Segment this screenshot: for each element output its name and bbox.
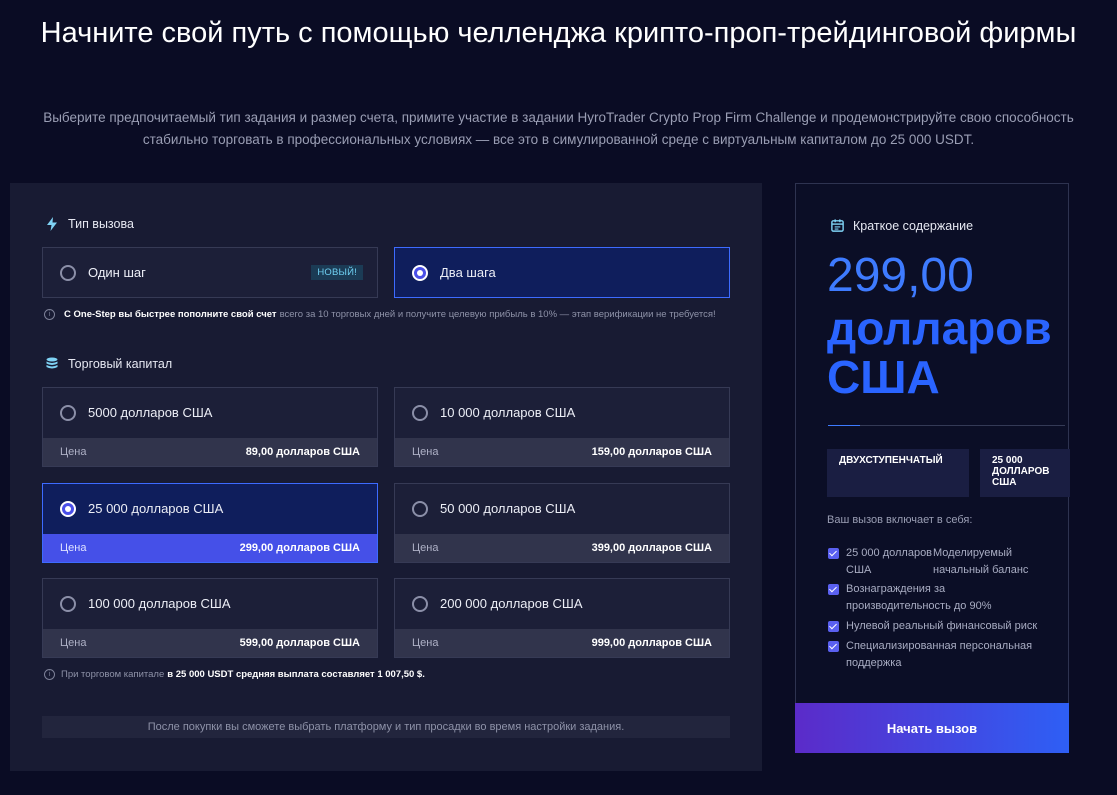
price-bar: Цена 159,00 долларов США [395,438,729,466]
price-bar: Цена 399,00 долларов США [395,534,729,562]
one-step-note: i С One-Step вы быстрее пополните свой с… [44,309,716,320]
challenge-type-heading-label: Тип вызова [68,217,134,231]
radio-icon[interactable] [60,595,76,612]
radio-selected-icon[interactable] [60,500,76,517]
checkbox-checked-icon [828,621,839,632]
radio-selected-icon[interactable] [412,264,428,281]
summary-divider [828,425,1065,426]
one-step-note-text: всего за 10 торговых дней и получите цел… [279,309,716,320]
summary-price-currency-country: США [827,351,940,402]
capital-option-label: 100 000 долларов США [88,596,231,611]
radio-icon[interactable] [412,595,428,612]
page-title: Начните свой путь с помощью челленджа кр… [40,17,1077,49]
feature-text: 25 000 долларов США [846,547,933,576]
feature-item: Вознаграждения за производительность до … [828,581,1028,615]
summary-price: 299,00 долларов США [827,248,1067,402]
feature-item: Нулевой реальный финансовый риск [828,618,1068,635]
price-value: 399,00 долларов США [591,542,712,554]
capital-option-200000[interactable]: 200 000 долларов США Цена 999,00 долларо… [394,578,730,658]
payout-note-bold: в 25 000 USDT средняя выплата составляет… [167,669,425,680]
info-icon: i [44,309,55,320]
summary-heading-label: Краткое содержание [853,218,974,233]
price-bar: Цена 299,00 долларов США [43,534,377,562]
price-bar: Цена 599,00 долларов США [43,629,377,657]
summary-price-number: 299,00 [827,249,974,302]
challenge-type-label: Два шага [440,265,496,280]
price-key: Цена [412,637,439,649]
feature-text: Вознаграждения за производительность до … [846,583,992,612]
challenge-type-one-step[interactable]: Один шаг НОВЫЙ! [42,247,378,298]
feature-text: Нулевой реальный финансовый риск [846,620,1038,632]
capital-option-5000[interactable]: 5000 долларов США Цена 89,00 долларов СШ… [42,387,378,467]
price-value: 299,00 долларов США [239,542,360,554]
capital-heading-label: Торговый капитал [68,357,173,371]
feature-text: Специализированная персональная поддержк… [846,640,1033,669]
summary-price-currency: долларов [827,302,1052,354]
price-value: 599,00 долларов США [239,637,360,649]
calendar-icon [831,219,844,232]
price-value: 159,00 долларов США [591,446,712,458]
price-key: Цена [412,542,439,554]
radio-icon[interactable] [412,500,428,517]
summary-heading: Краткое содержание [830,218,973,233]
summary-tag-type: ДВУХСТУПЕНЧАТЫЙ [827,449,969,497]
start-challenge-button[interactable]: Начать вызов [795,703,1069,753]
capital-option-25000[interactable]: 25 000 долларов США Цена 299,00 долларов… [42,483,378,563]
capital-heading: Торговый капитал [44,356,172,372]
info-icon: i [44,669,55,680]
capital-option-label: 25 000 долларов США [88,501,224,516]
price-key: Цена [60,542,87,554]
payout-note-text: При торговом капитале [61,669,165,680]
lightning-icon [47,217,57,231]
radio-icon[interactable] [412,404,428,421]
one-step-note-bold: С One-Step вы быстрее пополните свой сче… [64,309,277,320]
checkbox-checked-icon [828,548,839,559]
capital-option-label: 10 000 долларов США [440,405,576,420]
capital-option-50000[interactable]: 50 000 долларов США Цена 399,00 долларов… [394,483,730,563]
coins-stack-icon [46,357,58,369]
summary-panel: Краткое содержание 299,00 долларов США Д… [795,183,1070,753]
feature-item: 25 000 долларов США Моделируемый начальн… [828,545,1053,579]
capital-option-label: 50 000 долларов США [440,501,576,516]
price-bar: Цена 89,00 долларов США [43,438,377,466]
capital-option-label: 200 000 долларов США [440,596,583,611]
price-bar: Цена 999,00 долларов США [395,629,729,657]
price-value: 89,00 долларов США [245,446,360,458]
capital-option-label: 5000 долларов США [88,405,213,420]
payout-note: i При торговом капитале в 25 000 USDT ср… [44,669,428,680]
radio-icon[interactable] [60,404,76,421]
page-subtitle: Выберите предпочитаемый тип задания и ра… [43,110,1074,147]
price-key: Цена [412,446,439,458]
summary-tag-capital: 25 000 ДОЛЛАРОВ США [980,449,1070,497]
price-key: Цена [60,446,87,458]
after-purchase-note: После покупки вы сможете выбрать платфор… [42,716,730,738]
price-key: Цена [60,637,87,649]
radio-icon[interactable] [60,264,76,281]
includes-label: Ваш вызов включает в себя: [827,514,973,526]
capital-option-10000[interactable]: 10 000 долларов США Цена 159,00 долларов… [394,387,730,467]
price-value: 999,00 долларов США [591,637,712,649]
challenge-type-label: Один шаг [88,265,146,280]
feature-item: Специализированная персональная поддержк… [828,638,1058,672]
checkbox-checked-icon [828,641,839,652]
new-badge: НОВЫЙ! [311,265,363,280]
challenge-type-heading: Тип вызова [44,216,134,232]
capital-option-100000[interactable]: 100 000 долларов США Цена 599,00 долларо… [42,578,378,658]
challenge-config-panel: Тип вызова Один шаг НОВЫЙ! Два шага i С … [10,183,762,771]
checkbox-checked-icon [828,584,839,595]
challenge-type-two-step[interactable]: Два шага [394,247,730,298]
feature-text-secondary: Моделируемый начальный баланс [933,547,1029,576]
